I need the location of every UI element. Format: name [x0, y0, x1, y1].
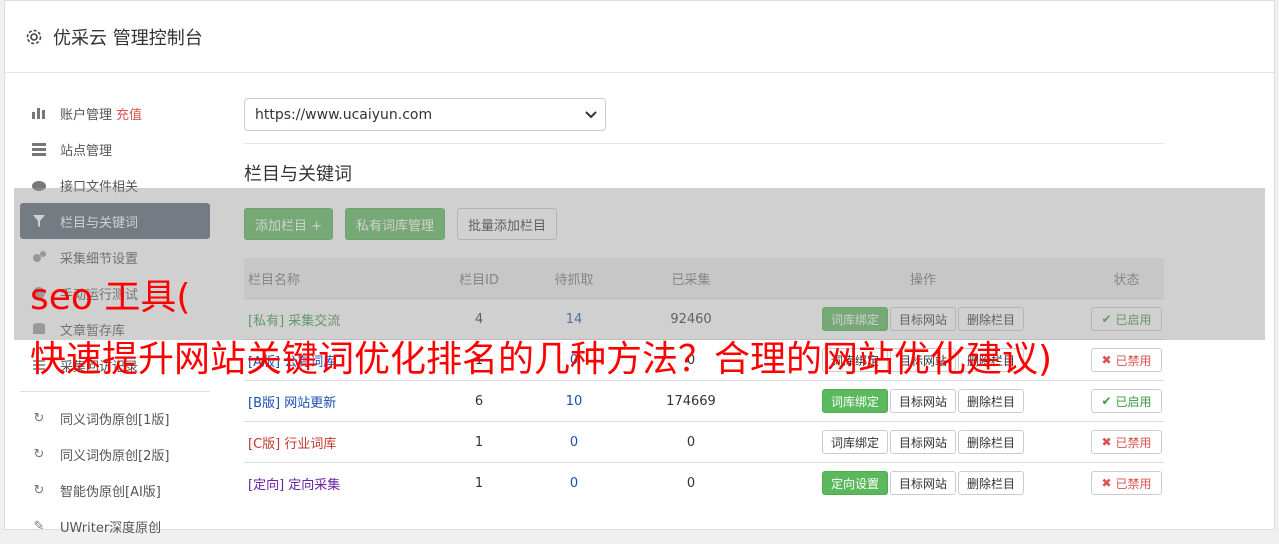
column-name-link[interactable]: 网站更新: [284, 396, 336, 411]
close-icon: ✖: [1101, 353, 1112, 367]
column-name-cell: [B版] 网站更新: [244, 380, 435, 422]
status-label: 已禁用: [1115, 476, 1152, 491]
overlay-band: [14, 188, 1265, 340]
site-select[interactable]: https://www.ucaiyun.com: [244, 98, 606, 131]
sidebar-item-label: UWriter深度原创: [60, 520, 162, 536]
status-label: 已启用: [1115, 394, 1152, 409]
overlay-title-line2: 快速提升网站关键词优化排名的几种方法？合理的网站优化建议): [30, 339, 1053, 380]
table-row: [B版] 网站更新 6 10 174669 词库绑定 目标网站 删除栏目 ✔ 已启用: [244, 380, 1164, 422]
status-cell: ✖ 已禁用: [1089, 339, 1164, 381]
site-select-value: https://www.ucaiyun.com: [255, 106, 433, 123]
table-row: [C版] 行业词库 1 0 0 词库绑定 目标网站 删除栏目 ✖ 已禁用: [244, 421, 1164, 463]
close-icon: ✖: [1101, 435, 1112, 449]
bar-chart-icon: [30, 104, 48, 122]
status-cell: ✖ 已禁用: [1089, 421, 1164, 463]
operations-cell: 词库绑定 目标网站 删除栏目: [757, 421, 1089, 463]
sidebar-item-sites[interactable]: 站点管理: [20, 131, 210, 167]
column-tag: [B版]: [248, 395, 281, 411]
target-site-button[interactable]: 目标网站: [889, 430, 956, 454]
table-row: [定向] 定向采集 1 0 0 定向设置 目标网站 删除栏目 ✖ 已禁用: [244, 462, 1164, 503]
target-site-button[interactable]: 目标网站: [889, 389, 956, 413]
bind-library-button[interactable]: 词库绑定: [821, 430, 888, 454]
section-title: 栏目与关键词: [244, 164, 352, 185]
column-id: 1: [435, 462, 523, 503]
check-icon: ✔: [1101, 394, 1112, 408]
sidebar-item-label: 智能伪原创[AI版]: [60, 484, 161, 500]
status-cell: ✖ 已禁用: [1089, 462, 1164, 503]
close-icon: ✖: [1101, 476, 1112, 490]
refresh-icon: ↻: [33, 446, 45, 462]
sidebar-item-uwriter[interactable]: ✎ UWriter深度原创: [20, 508, 210, 544]
gear-icon: [25, 28, 43, 46]
column-name-link[interactable]: 定向采集: [288, 478, 340, 493]
overlay-title-line1: seo 工具(: [30, 277, 191, 318]
column-id: 6: [435, 380, 523, 422]
sidebar-item-label: 账户管理: [60, 107, 113, 123]
sidebar-item-ai-rewrite[interactable]: ↻ 智能伪原创[AI版]: [20, 472, 210, 508]
pending-count[interactable]: 0: [523, 421, 625, 463]
status-toggle[interactable]: ✔ 已启用: [1090, 389, 1163, 413]
collected-count: 0: [625, 421, 757, 463]
server-icon: [30, 140, 48, 158]
column-name-link[interactable]: 行业词库: [284, 437, 336, 452]
chevron-down-icon: [585, 107, 597, 123]
bind-library-button[interactable]: 定向设置: [821, 471, 888, 495]
edit-icon: ✎: [33, 518, 45, 534]
status-toggle[interactable]: ✖ 已禁用: [1090, 348, 1163, 372]
page-title: 优采云 管理控制台: [53, 27, 203, 49]
console-header: 优采云 管理控制台: [5, 1, 1274, 73]
sidebar-item-synonym-2[interactable]: ↻ 同义词伪原创[2版]: [20, 436, 210, 472]
collected-count: 0: [625, 462, 757, 503]
column-name-cell: [定向] 定向采集: [244, 462, 435, 503]
sidebar-divider: [20, 391, 210, 392]
pending-count[interactable]: 0: [523, 462, 625, 503]
column-tag: [定向]: [248, 477, 285, 493]
refresh-icon: ↻: [33, 410, 45, 426]
status-toggle[interactable]: ✖ 已禁用: [1090, 471, 1163, 495]
recharge-link[interactable]: 充值: [116, 104, 142, 123]
status-label: 已禁用: [1115, 435, 1152, 450]
status-toggle[interactable]: ✖ 已禁用: [1090, 430, 1163, 454]
pending-count[interactable]: 10: [523, 380, 625, 422]
sidebar-item-label: 站点管理: [60, 143, 113, 159]
status-label: 已禁用: [1115, 353, 1152, 368]
sidebar-item-synonym-1[interactable]: ↻ 同义词伪原创[1版]: [20, 400, 210, 436]
sidebar-item-account[interactable]: 账户管理 充值: [20, 95, 210, 131]
target-site-button[interactable]: 目标网站: [889, 471, 956, 495]
column-id: 1: [435, 421, 523, 463]
divider: [244, 143, 1164, 144]
sidebar-item-label: 同义词伪原创[1版]: [60, 412, 170, 428]
collected-count: 174669: [625, 380, 757, 422]
delete-column-button[interactable]: 删除栏目: [958, 471, 1025, 495]
sidebar-item-label: 同义词伪原创[2版]: [60, 448, 170, 464]
column-name-cell: [C版] 行业词库: [244, 421, 435, 463]
delete-column-button[interactable]: 删除栏目: [958, 430, 1025, 454]
delete-column-button[interactable]: 删除栏目: [958, 389, 1025, 413]
operations-cell: 词库绑定 目标网站 删除栏目: [757, 380, 1089, 422]
column-tag: [C版]: [248, 436, 281, 452]
bind-library-button[interactable]: 词库绑定: [821, 389, 888, 413]
refresh-icon: ↻: [33, 482, 45, 498]
operations-cell: 定向设置 目标网站 删除栏目: [757, 462, 1089, 503]
status-cell: ✔ 已启用: [1089, 380, 1164, 422]
